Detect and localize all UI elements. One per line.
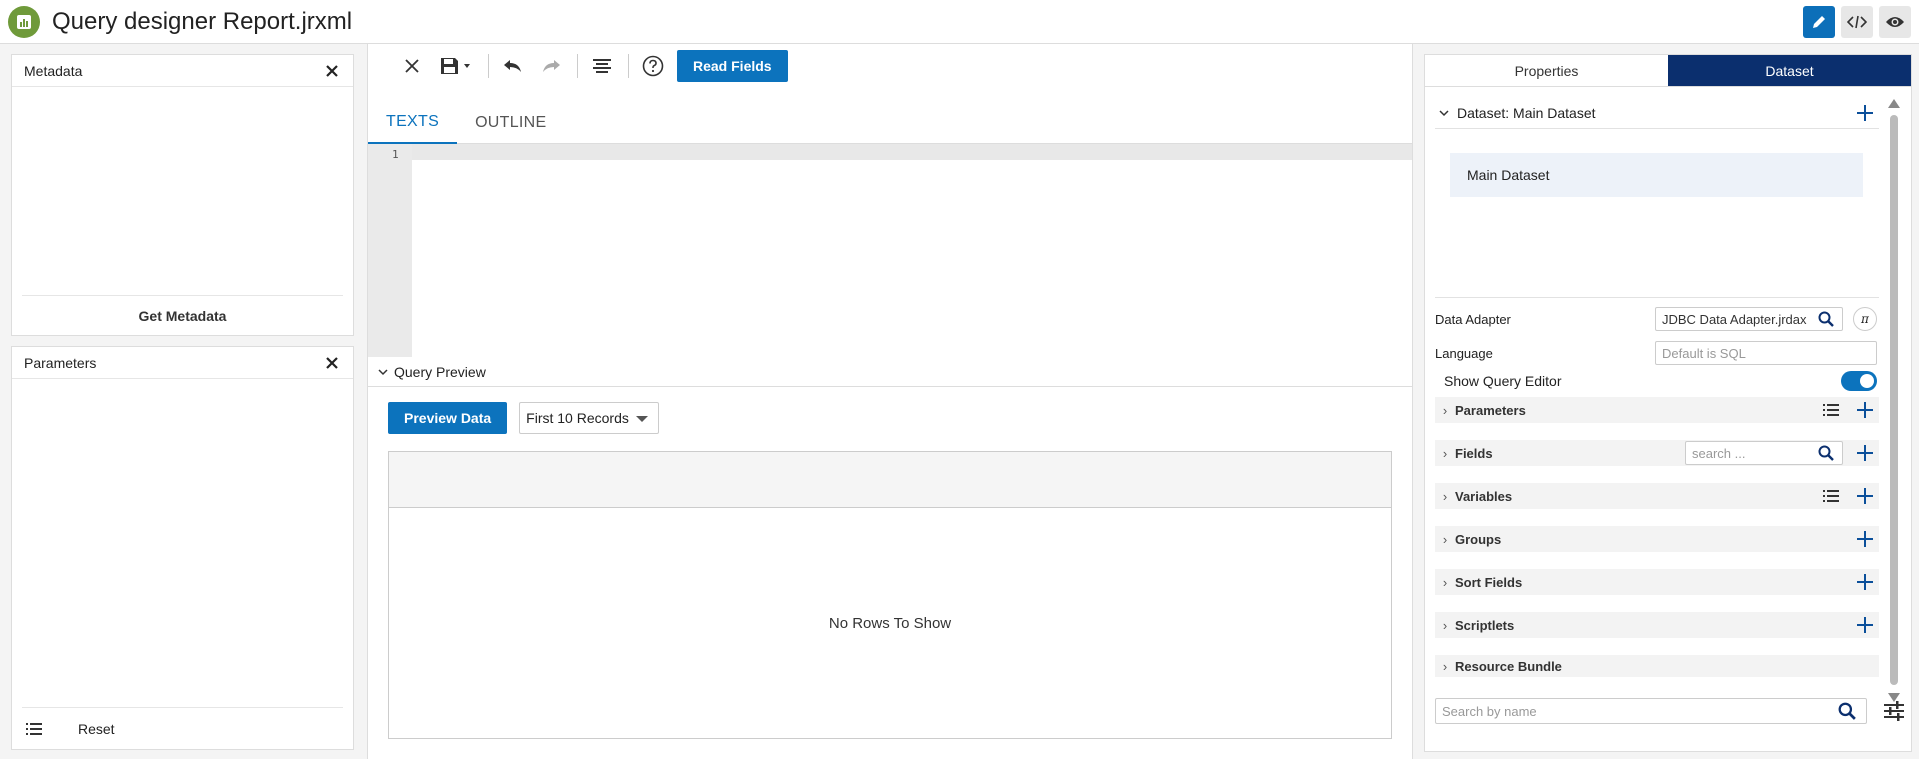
chevron-right-icon: › — [1442, 574, 1448, 590]
parameters-panel: Parameters Reset — [11, 346, 354, 750]
add-scriptlet-icon[interactable] — [1857, 617, 1873, 633]
preview-grid: No Rows To Show — [388, 451, 1392, 739]
query-editor[interactable]: 1 — [368, 144, 1412, 357]
edit-icon[interactable] — [1803, 6, 1835, 38]
close-icon[interactable] — [398, 52, 426, 80]
scroll-up-icon[interactable] — [1887, 97, 1901, 109]
data-adapter-field[interactable]: JDBC Data Adapter.jrdax — [1655, 307, 1843, 331]
metadata-panel: Metadata Get Metadata — [11, 54, 354, 336]
grid-header — [389, 452, 1391, 508]
section-fields[interactable]: › Fields search ... — [1435, 440, 1879, 466]
scroll-thumb[interactable] — [1890, 115, 1898, 685]
search-icon[interactable] — [1818, 311, 1834, 327]
list-icon[interactable] — [26, 722, 42, 735]
get-metadata-button[interactable]: Get Metadata — [22, 295, 343, 335]
expression-icon[interactable]: π — [1853, 307, 1877, 331]
search-by-name-input[interactable]: Search by name — [1435, 698, 1867, 724]
section-groups[interactable]: › Groups — [1435, 526, 1879, 552]
right-scrollbar[interactable] — [1887, 97, 1901, 707]
right-panel: Properties Dataset Dataset: Main Dataset… — [1424, 54, 1912, 752]
section-sort-fields[interactable]: › Sort Fields — [1435, 569, 1879, 595]
search-icon[interactable] — [1818, 445, 1834, 461]
chevron-down-icon[interactable] — [378, 368, 388, 376]
list-icon[interactable] — [1823, 490, 1839, 502]
editor-toolbar: Read Fields — [368, 44, 1412, 88]
tab-properties[interactable]: Properties — [1425, 55, 1668, 87]
chevron-down-icon[interactable] — [1439, 109, 1449, 117]
tab-dataset[interactable]: Dataset — [1668, 55, 1911, 87]
code-icon[interactable] — [1841, 6, 1873, 38]
fields-search-input[interactable]: search ... — [1685, 441, 1843, 465]
section-scriptlets[interactable]: › Scriptlets — [1435, 612, 1879, 638]
dataset-header[interactable]: Dataset: Main Dataset — [1435, 97, 1879, 129]
add-variable-icon[interactable] — [1857, 488, 1873, 504]
search-icon[interactable] — [1838, 702, 1856, 720]
tab-outline[interactable]: OUTLINE — [457, 102, 564, 144]
save-icon[interactable] — [436, 52, 476, 80]
chevron-right-icon: › — [1442, 445, 1448, 461]
records-select[interactable]: First 10 Records — [519, 402, 660, 434]
parameters-title: Parameters — [12, 347, 353, 379]
add-field-icon[interactable] — [1857, 445, 1873, 461]
redo-icon[interactable] — [537, 52, 565, 80]
section-resource-bundle[interactable]: › Resource Bundle — [1435, 655, 1879, 677]
filter-settings-icon[interactable] — [1883, 700, 1905, 722]
right-tabs: Properties Dataset — [1425, 55, 1911, 87]
read-fields-button[interactable]: Read Fields — [677, 50, 788, 82]
page-title: Query designer Report.jrxml — [52, 7, 353, 35]
dataset-item[interactable]: Main Dataset — [1450, 153, 1863, 197]
add-dataset-icon[interactable] — [1857, 105, 1873, 121]
reset-row: Reset — [22, 707, 343, 749]
chevron-down-icon — [636, 416, 649, 422]
reset-button[interactable]: Reset — [78, 721, 115, 737]
list-icon[interactable] — [1823, 404, 1839, 416]
add-parameter-icon[interactable] — [1857, 402, 1873, 418]
section-parameters[interactable]: › Parameters — [1435, 397, 1879, 423]
editor-tabs: TEXTS OUTLINE — [368, 102, 1412, 144]
undo-icon[interactable] — [499, 52, 527, 80]
editor-gutter — [368, 144, 412, 357]
close-icon[interactable] — [325, 64, 339, 78]
line-number: 1 — [392, 148, 399, 161]
help-icon[interactable] — [639, 52, 667, 80]
no-rows-message: No Rows To Show — [828, 614, 952, 632]
chevron-right-icon: › — [1442, 402, 1448, 418]
chevron-right-icon: › — [1442, 531, 1448, 547]
language-field[interactable]: Default is SQL — [1655, 341, 1877, 365]
section-variables[interactable]: › Variables — [1435, 483, 1879, 509]
metadata-title: Metadata — [12, 55, 353, 87]
format-icon[interactable] — [588, 52, 616, 80]
preview-eye-icon[interactable] — [1879, 6, 1911, 38]
add-group-icon[interactable] — [1857, 531, 1873, 547]
preview-data-button[interactable]: Preview Data — [388, 402, 508, 434]
chevron-right-icon: › — [1442, 488, 1448, 504]
tab-texts[interactable]: TEXTS — [368, 102, 458, 144]
app-header: Query designer Report.jrxml — [0, 0, 1919, 44]
chevron-right-icon: › — [1442, 617, 1448, 633]
report-chart-icon — [8, 5, 40, 38]
active-line — [412, 144, 1412, 160]
show-query-editor-row: Show Query Editor — [1444, 373, 1562, 389]
show-query-editor-toggle[interactable] — [1841, 371, 1877, 391]
query-preview-header[interactable]: Query Preview — [368, 357, 1412, 387]
query-designer-center: Read Fields TEXTS OUTLINE 1 Query Previe… — [367, 44, 1413, 759]
chevron-right-icon: › — [1442, 658, 1448, 674]
close-icon[interactable] — [325, 356, 339, 370]
add-sort-field-icon[interactable] — [1857, 574, 1873, 590]
